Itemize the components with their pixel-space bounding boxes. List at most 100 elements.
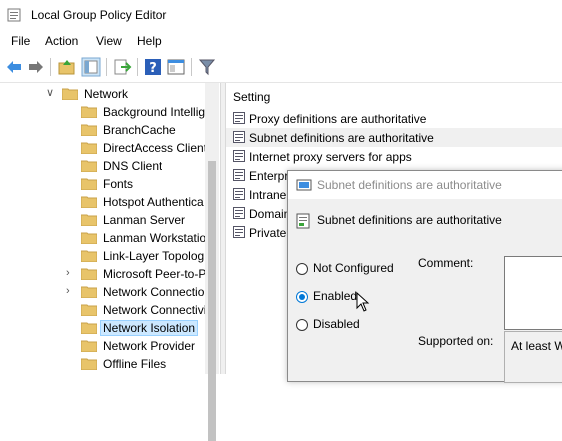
tree-item-label: Offline Files [103, 357, 167, 371]
setting-label: Intrane [249, 188, 287, 202]
tree-item-label: Microsoft Peer-to-P [103, 267, 207, 281]
tree-item[interactable]: Hotspot Authentica [0, 193, 205, 211]
filter-icon[interactable] [197, 57, 217, 77]
folder-icon [81, 250, 97, 262]
comment-label: Comment: [418, 256, 474, 270]
title-bar: Local Group Policy Editor [0, 0, 562, 31]
tree-item-label: Network Connectivi [103, 303, 207, 317]
tree-item-label: BranchCache [103, 123, 176, 137]
tree-item[interactable]: Link-Layer Topolog [0, 247, 205, 265]
up-folder-icon[interactable] [57, 57, 77, 77]
help-icon[interactable]: ? [143, 57, 163, 77]
policy-setting-icon [233, 150, 245, 162]
forward-icon[interactable] [26, 57, 46, 77]
tree-item[interactable]: Network Connectivi [0, 301, 207, 319]
setting-label: Proxy definitions are authoritative [249, 112, 427, 126]
tree-item-label: Network [84, 87, 129, 101]
setting-row[interactable]: Internet proxy servers for apps [226, 147, 562, 166]
toolbar-separator [191, 58, 192, 76]
folder-icon [81, 268, 97, 280]
radio-label-enabled[interactable]: Enabled [313, 289, 357, 303]
folder-icon [81, 196, 97, 208]
chevron-right-icon[interactable]: › [66, 286, 76, 297]
folder-icon [81, 232, 97, 244]
svg-text:?: ? [149, 61, 157, 76]
folder-icon [81, 142, 97, 154]
policy-document-icon [296, 213, 310, 229]
folder-icon [81, 106, 97, 118]
policy-setting-icon [233, 131, 245, 143]
toolbar: ? [0, 52, 562, 83]
policy-setting-icon [233, 112, 245, 124]
tree-item[interactable]: › Microsoft Peer-to-P [0, 265, 207, 283]
folder-icon [81, 286, 97, 298]
toolbar-separator [137, 58, 138, 76]
supported-on-label: Supported on: [418, 334, 494, 348]
tree-item[interactable]: Lanman Server [0, 211, 205, 229]
tree-item-label: Hotspot Authentica [103, 195, 204, 209]
radio-not-configured[interactable] [296, 263, 308, 275]
setting-label: Internet proxy servers for apps [249, 150, 412, 164]
tree-item[interactable]: Network Provider [0, 337, 205, 355]
dialog-title: Subnet definitions are authoritative [317, 178, 502, 192]
tree-item-label: Lanman Workstatio [103, 231, 207, 245]
policy-setting-icon [296, 179, 312, 191]
radio-label-not-configured[interactable]: Not Configured [313, 261, 394, 275]
radio-label-disabled[interactable]: Disabled [313, 317, 360, 331]
dialog-title-bar[interactable]: Subnet definitions are authoritative [288, 171, 562, 199]
radio-enabled[interactable] [296, 291, 308, 303]
folder-icon [62, 88, 78, 100]
setting-label: Subnet definitions are authoritative [249, 131, 434, 145]
supported-on-value: At least W [511, 339, 562, 353]
supported-on-field[interactable]: At least W [504, 331, 562, 383]
setting-row[interactable]: Subnet definitions are authoritative [226, 128, 562, 147]
tree-item-label: Link-Layer Topolog [103, 249, 205, 263]
tree-item-label: Network Connectio [103, 285, 205, 299]
tree-item-label: DirectAccess Client [103, 141, 208, 155]
tree-item[interactable]: DNS Client [0, 157, 205, 175]
tree-item-label: DNS Client [103, 159, 163, 173]
tree-pane: ∨ Network Background Intellig BranchCache… [0, 83, 220, 374]
comment-field[interactable] [504, 256, 562, 330]
gpedit-icon [7, 8, 21, 22]
scrollbar-thumb[interactable] [208, 161, 216, 441]
dialog-heading: Subnet definitions are authoritative [317, 213, 502, 227]
menu-file[interactable]: File [11, 34, 30, 48]
setting-label: Private [249, 226, 287, 240]
tree-item-label: Background Intellig [103, 105, 206, 119]
back-icon[interactable] [4, 57, 24, 77]
tree-scrollbar[interactable] [205, 83, 219, 441]
tree-item[interactable]: Fonts [0, 175, 205, 193]
tree-item[interactable]: Lanman Workstatio [0, 229, 207, 247]
radio-disabled[interactable] [296, 319, 308, 331]
folder-icon [81, 340, 97, 352]
tree-item[interactable]: Network Isolation [0, 319, 205, 337]
mouse-cursor-icon [356, 292, 370, 312]
export-list-icon[interactable] [112, 57, 132, 77]
properties-view-icon[interactable] [166, 57, 186, 77]
tree-item[interactable]: Background Intellig [0, 103, 205, 121]
tree-item[interactable]: Offline Files [0, 355, 205, 373]
folder-icon [81, 214, 97, 226]
setting-label: Enterpr [249, 169, 289, 183]
tree-item-label: Network Isolation [100, 320, 199, 336]
chevron-down-icon[interactable]: ∨ [46, 88, 56, 99]
toolbar-separator [50, 58, 51, 76]
folder-icon [81, 124, 97, 136]
tree-item-network[interactable]: ∨ Network [0, 85, 205, 103]
menu-action[interactable]: Action [45, 34, 78, 48]
menu-help[interactable]: Help [137, 34, 162, 48]
column-header-setting[interactable]: Setting [233, 90, 270, 104]
setting-row[interactable]: Proxy definitions are authoritative [226, 109, 562, 128]
tree-item[interactable]: BranchCache [0, 121, 205, 139]
policy-setting-icon [233, 169, 245, 181]
tree-item[interactable]: › Network Connectio [0, 283, 205, 301]
show-hide-tree-icon[interactable] [81, 57, 101, 77]
toolbar-separator [106, 58, 107, 76]
tree-item-label: Network Provider [103, 339, 196, 353]
folder-icon [81, 358, 97, 370]
chevron-right-icon[interactable]: › [66, 268, 76, 279]
menu-view[interactable]: View [96, 34, 122, 48]
tree-item[interactable]: DirectAccess Client [0, 139, 208, 157]
policy-dialog: Subnet definitions are authoritative Sub… [287, 170, 562, 383]
